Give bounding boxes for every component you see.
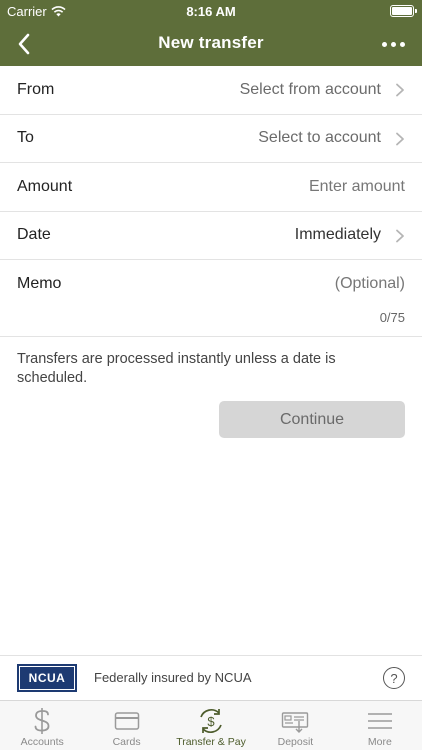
memo-char-counter: 0/75 xyxy=(379,310,405,325)
tab-label: Transfer & Pay xyxy=(176,736,246,748)
menu-icon xyxy=(365,707,395,735)
date-value: Immediately xyxy=(294,226,381,244)
memo-label: Memo xyxy=(17,275,62,292)
from-account-value: Select from account xyxy=(239,80,381,98)
date-row[interactable]: Date Immediately xyxy=(0,212,422,260)
more-dots-icon xyxy=(381,41,387,47)
svg-text:$: $ xyxy=(207,714,215,729)
tab-accounts[interactable]: Accounts xyxy=(0,701,84,750)
tab-bar: Accounts Cards $ Transfer & Pay Deposit … xyxy=(0,700,422,750)
from-account-row[interactable]: From Select from account xyxy=(0,66,422,115)
tab-more[interactable]: More xyxy=(338,701,422,750)
dollar-icon xyxy=(27,707,57,735)
help-icon[interactable]: ? xyxy=(383,667,405,689)
more-options-button[interactable] xyxy=(378,30,408,58)
to-account-value: Select to account xyxy=(258,129,381,147)
more-dot xyxy=(390,41,396,47)
transfer-pay-icon: $ xyxy=(196,707,226,735)
status-time: 8:16 AM xyxy=(186,4,236,19)
back-button[interactable] xyxy=(8,28,40,60)
battery-icon xyxy=(390,5,417,17)
amount-row[interactable]: Amount Enter amount xyxy=(0,163,422,212)
tab-deposit[interactable]: Deposit xyxy=(253,701,337,750)
tab-transfer-pay[interactable]: $ Transfer & Pay xyxy=(169,701,253,750)
amount-label: Amount xyxy=(17,177,73,195)
transfer-form: From Select from account To Select to ac… xyxy=(0,66,422,337)
nav-bar: New transfer xyxy=(0,22,422,66)
header: Carrier 8:16 AM New transfer xyxy=(0,0,422,66)
ncua-logo-text: NCUA xyxy=(19,666,75,690)
tab-label: More xyxy=(367,736,392,748)
memo-row[interactable]: Memo (Optional) 0/75 xyxy=(0,260,422,337)
amount-input[interactable]: Enter amount xyxy=(309,178,405,196)
status-bar: Carrier 8:16 AM xyxy=(0,0,422,22)
continue-button[interactable]: Continue xyxy=(219,401,405,438)
page-title: New transfer xyxy=(158,33,264,52)
tab-label: Deposit xyxy=(277,736,314,748)
more-dot xyxy=(399,41,405,47)
date-label: Date xyxy=(17,226,51,244)
from-label: From xyxy=(17,80,55,98)
chevron-right-icon xyxy=(396,132,404,145)
to-account-row[interactable]: To Select to account xyxy=(0,115,422,163)
tab-cards[interactable]: Cards xyxy=(84,701,168,750)
ncua-logo: NCUA xyxy=(17,664,77,692)
chevron-right-icon xyxy=(396,83,404,97)
card-icon xyxy=(112,707,142,735)
insurance-footer: NCUA Federally insured by NCUA ? xyxy=(0,655,422,700)
insured-text: Federally insured by NCUA xyxy=(94,670,252,685)
transfer-info-text: Transfers are processed instantly unless… xyxy=(17,351,336,386)
chevron-right-icon xyxy=(396,229,404,242)
chevron-left-icon xyxy=(18,33,30,55)
tab-label: Cards xyxy=(112,736,141,748)
tab-label: Accounts xyxy=(20,736,64,748)
memo-input[interactable]: (Optional) xyxy=(335,275,405,293)
to-label: To xyxy=(17,129,34,147)
deposit-check-icon xyxy=(280,707,310,735)
